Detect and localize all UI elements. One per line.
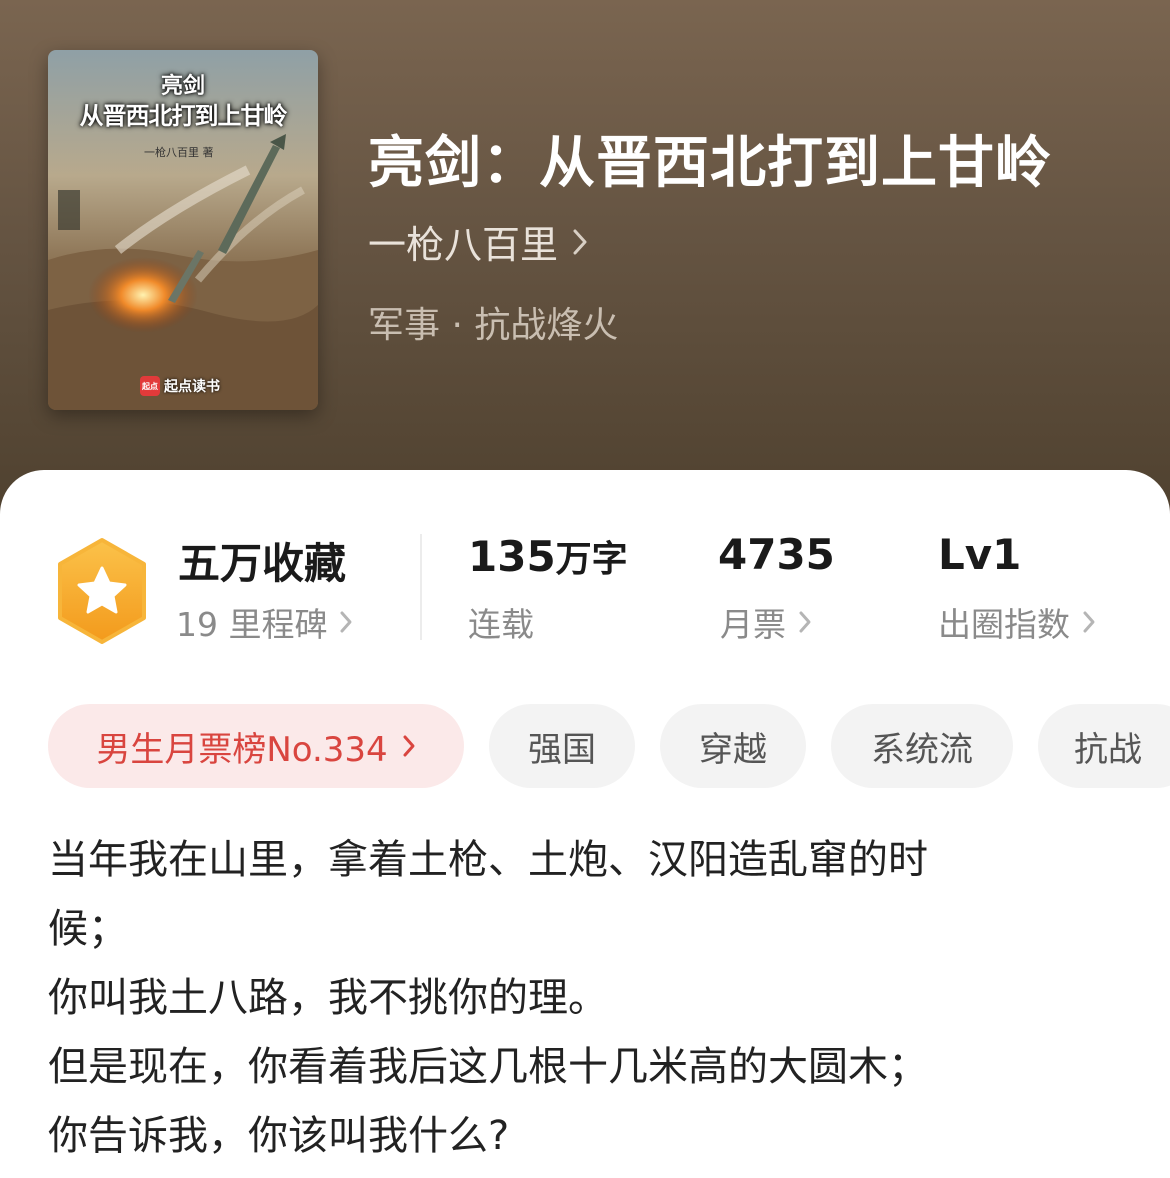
collect-count: 五万收藏 bbox=[178, 539, 347, 588]
word-count-number: 135 bbox=[468, 532, 556, 581]
stats-divider bbox=[420, 534, 422, 640]
tag-row: 男生月票榜No.334 强国 穿越 系统流 抗战 bbox=[48, 704, 1170, 790]
popularity-level: Lv1 bbox=[938, 530, 1022, 579]
book-title: 亮剑：从晋西北打到上甘岭 bbox=[368, 131, 1052, 196]
stats-row: 五万收藏 19 里程碑 135万字 连载 4735 月票 Lv1 出圈指数 bbox=[0, 528, 1170, 648]
tag-chip[interactable]: 抗战 bbox=[1038, 704, 1170, 788]
popularity-index-label: 出圈指数 bbox=[938, 605, 1070, 644]
synopsis-line: 当年我在山里，拿着土枪、土炮、汉阳造乱窜的时 bbox=[48, 837, 928, 883]
chevron-right-icon bbox=[1083, 611, 1095, 633]
chevron-right-icon bbox=[573, 229, 587, 254]
serial-status: 连载 bbox=[468, 605, 534, 644]
book-cover[interactable]: 亮剑 从晋西北打到上甘岭 一枪八百里 著 起点 起点读书 bbox=[48, 50, 318, 410]
cover-title-line2: 从晋西北打到上甘岭 bbox=[79, 102, 288, 130]
cover-author: 一枪八百里 著 bbox=[144, 146, 214, 159]
book-header: 亮剑 从晋西北打到上甘岭 一枪八百里 著 起点 起点读书 亮剑：从晋西北打到上甘… bbox=[0, 0, 1170, 520]
chevron-right-icon bbox=[340, 611, 352, 633]
book-detail-card: 五万收藏 19 里程碑 135万字 连载 4735 月票 Lv1 出圈指数 男生… bbox=[0, 470, 1170, 1178]
chevron-right-icon bbox=[799, 611, 811, 633]
synopsis-line: 但是现在，你看着我后这几根十几米高的大圆木； bbox=[48, 1044, 928, 1090]
author-name: 一枪八百里 bbox=[368, 223, 559, 267]
synopsis-line: 候； bbox=[48, 906, 128, 952]
rank-tag-label: 男生月票榜No.334 bbox=[96, 729, 388, 770]
synopsis[interactable]: 当年我在山里，拿着土枪、土炮、汉阳造乱窜的时 候； 你叫我土八路，我不挑你的理。… bbox=[48, 826, 1128, 1171]
author-link[interactable]: 一枪八百里 bbox=[368, 214, 588, 269]
star-medal-icon[interactable] bbox=[52, 536, 152, 646]
cover-brand-name: 起点读书 bbox=[164, 379, 220, 395]
milestone-label: 19 里程碑 bbox=[176, 605, 328, 644]
tag-chip[interactable]: 系统流 bbox=[831, 704, 1013, 788]
monthly-ticket-label: 月票 bbox=[720, 605, 786, 644]
chevron-right-icon bbox=[403, 735, 415, 757]
popularity-index-link[interactable]: 出圈指数 bbox=[938, 598, 1096, 646]
synopsis-line: 你叫我土八路，我不挑你的理。 bbox=[48, 975, 608, 1021]
tag-chip[interactable]: 穿越 bbox=[660, 704, 806, 788]
brand-logo-icon: 起点 bbox=[140, 376, 160, 396]
word-count: 135万字 bbox=[468, 530, 628, 582]
rank-tag[interactable]: 男生月票榜No.334 bbox=[48, 704, 464, 788]
tag-chip[interactable]: 强国 bbox=[489, 704, 635, 788]
monthly-ticket-link[interactable]: 月票 bbox=[720, 598, 812, 646]
monthly-ticket-count: 4735 bbox=[718, 530, 835, 579]
book-genre: 军事 · 抗战烽火 bbox=[368, 305, 619, 346]
milestone-link[interactable]: 19 里程碑 bbox=[176, 598, 353, 646]
word-count-unit: 万字 bbox=[555, 539, 628, 580]
synopsis-line: 你告诉我，你该叫我什么? bbox=[48, 1113, 510, 1159]
cover-brand: 起点 起点读书 bbox=[140, 376, 220, 396]
